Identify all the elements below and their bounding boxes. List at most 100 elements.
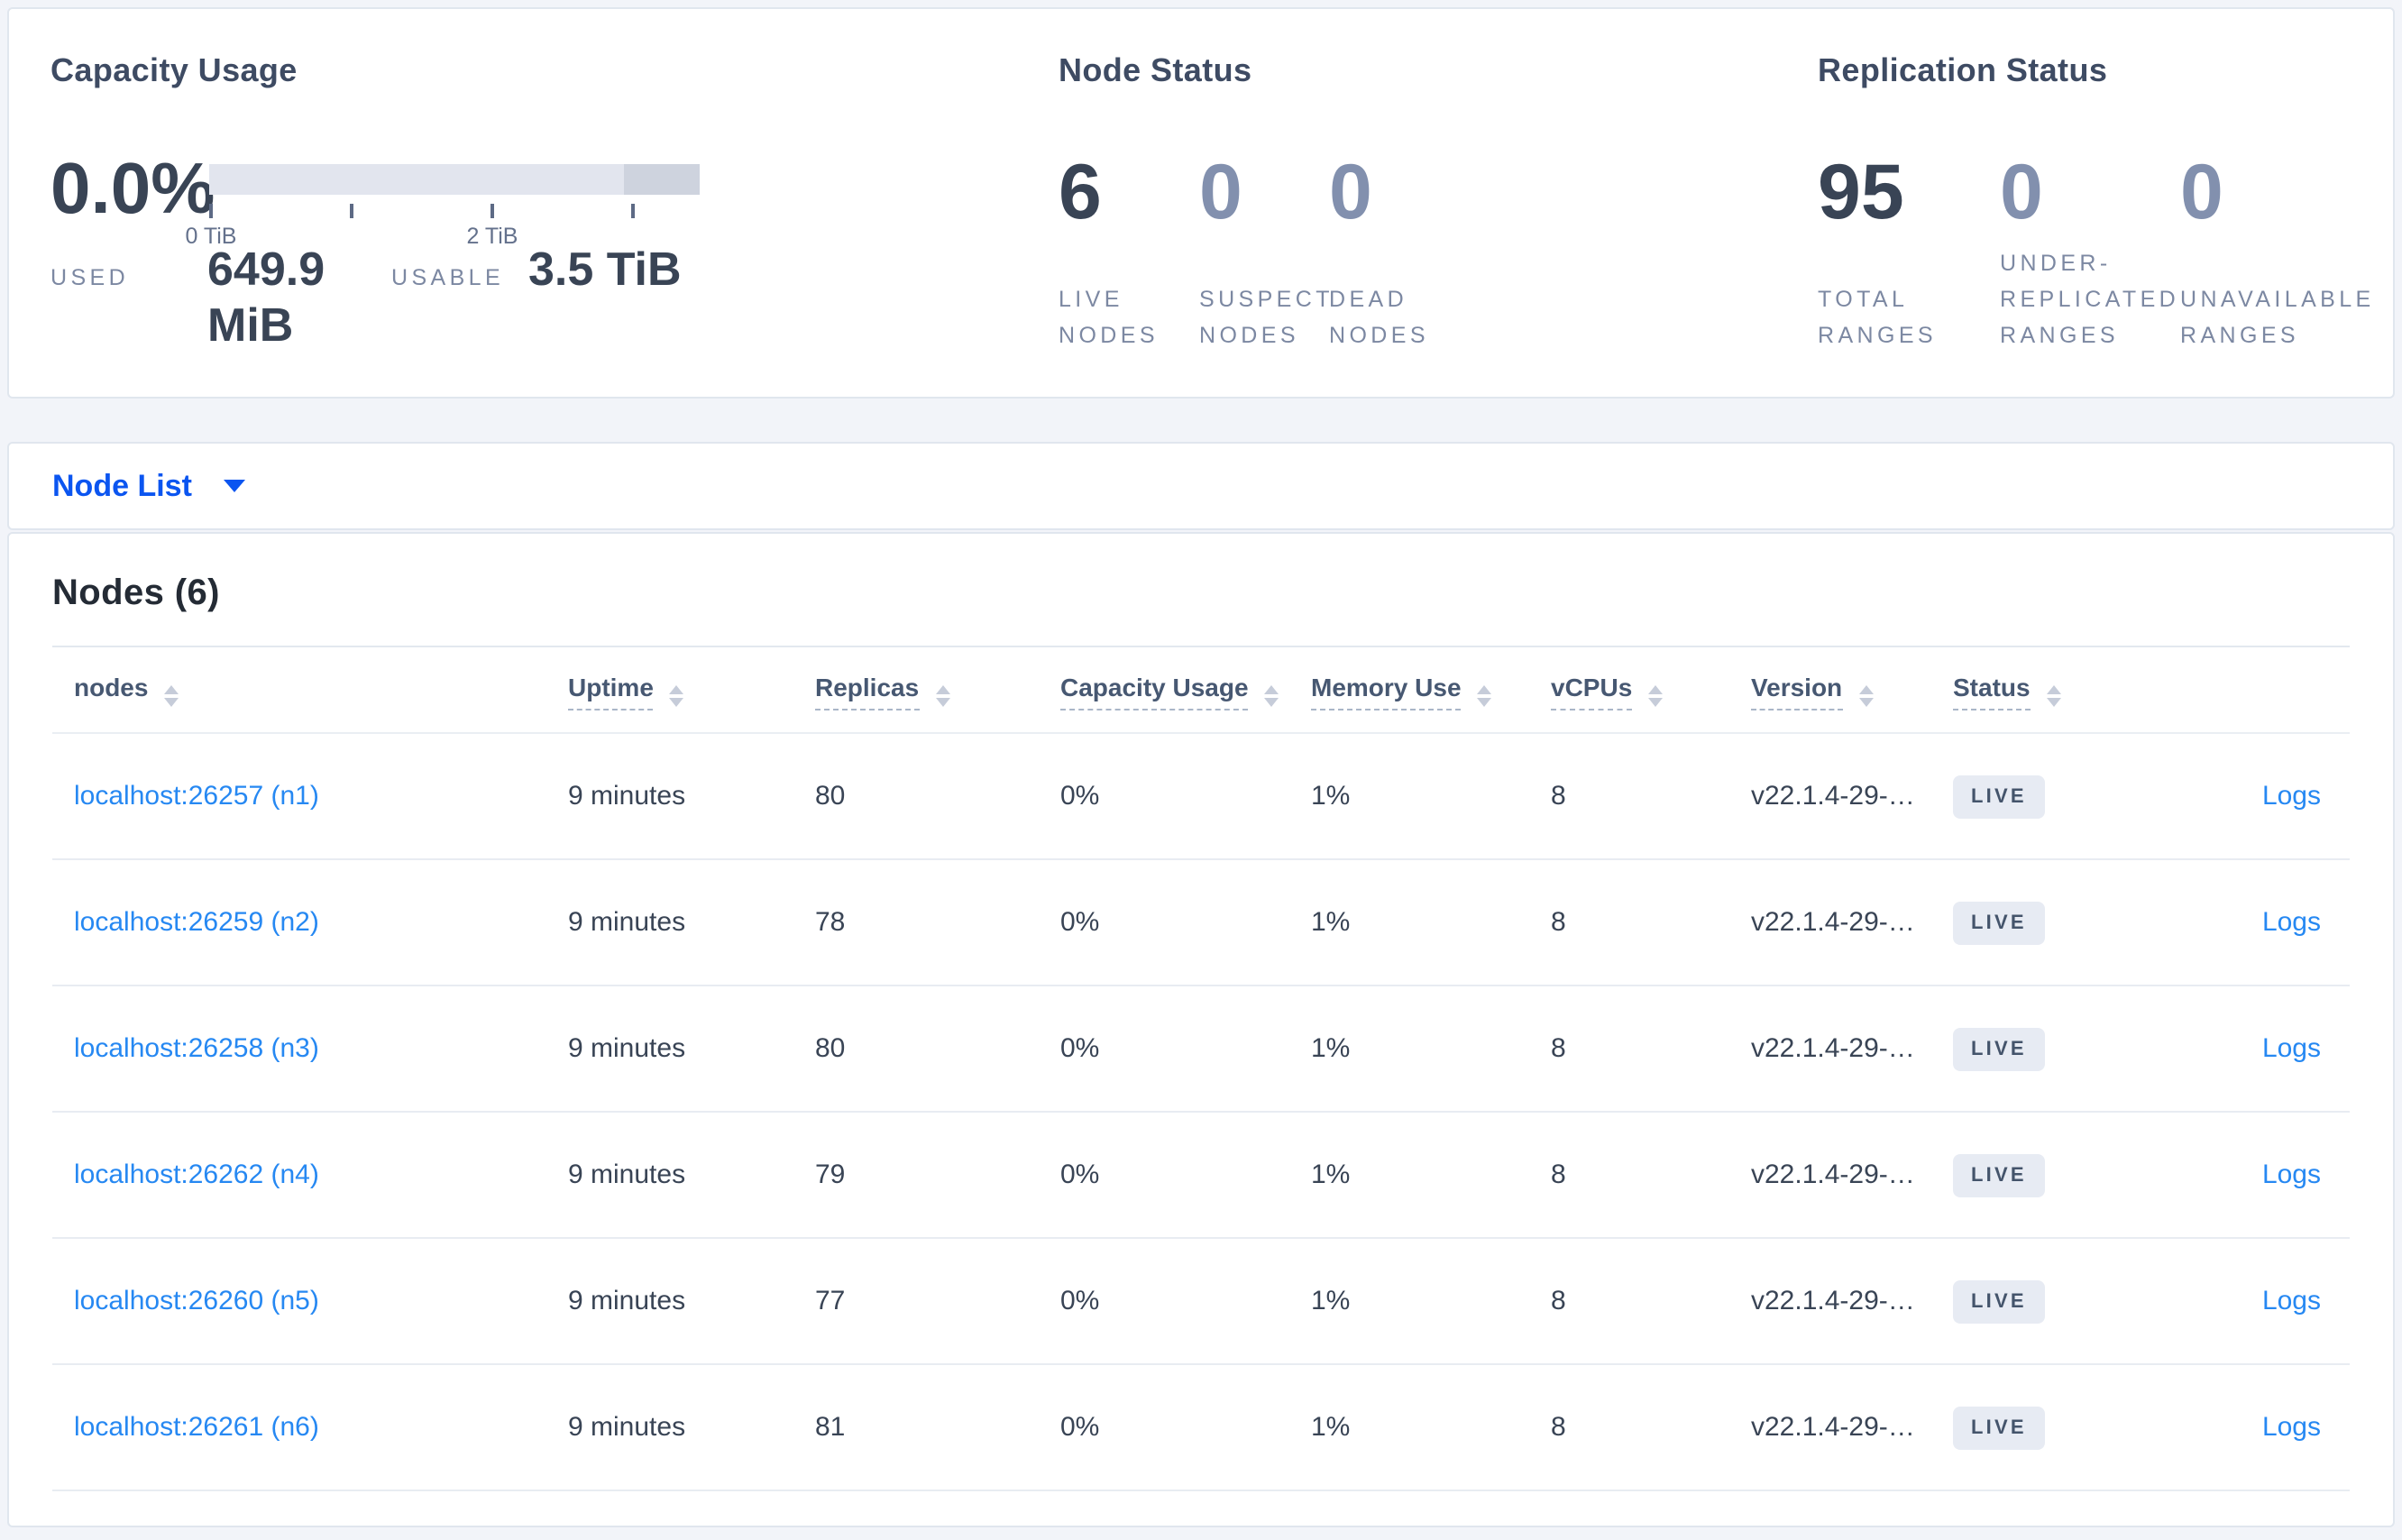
- used-value: 649.9 MiB: [207, 242, 325, 352]
- capacity-axis-tick: [631, 204, 635, 218]
- version-cell: v22.1.4-29-g…: [1751, 907, 1930, 938]
- version-cell: v22.1.4-29-g…: [1751, 1033, 1930, 1064]
- under-replicated-ranges-count: 0: [2000, 150, 2043, 236]
- status-cell: LIVE: [1931, 1238, 2115, 1364]
- uptime-cell: 9 minutes: [568, 1160, 686, 1190]
- replicas-cell: 78: [815, 907, 846, 938]
- table-row: localhost:26257 (n1) 9 minutes 80 0% 1% 8 v22.…: [52, 733, 2350, 859]
- node-link[interactable]: localhost:26257 (n1): [74, 781, 319, 811]
- sort-icon: [669, 685, 684, 707]
- status-badge: LIVE: [1953, 775, 2045, 818]
- column-header-replicas[interactable]: Replicas: [793, 646, 1039, 734]
- node-link[interactable]: localhost:26259 (n2): [74, 907, 319, 938]
- sort-icon: [1858, 685, 1874, 707]
- column-header-uptime[interactable]: Uptime: [546, 646, 793, 734]
- logs-link[interactable]: Logs: [2262, 1033, 2321, 1064]
- capacity-cell: 0%: [1060, 781, 1100, 811]
- status-cell: LIVE: [1931, 733, 2115, 859]
- status-badge: LIVE: [1953, 1279, 2045, 1323]
- unavailable-ranges-count: 0: [2180, 150, 2223, 236]
- replicas-cell: 80: [815, 1033, 846, 1064]
- node-list-dropdown-label[interactable]: Node List: [52, 468, 192, 504]
- vcpus-cell: 8: [1551, 1033, 1566, 1064]
- uptime-cell: 9 minutes: [568, 907, 686, 938]
- version-cell: v22.1.4-29-g…: [1751, 1286, 1930, 1316]
- under-replicated-ranges-label: UNDER-REPLICATED RANGES: [2000, 251, 2180, 348]
- logs-cell: Logs: [2115, 1238, 2350, 1364]
- node-status-section: Node Status 6 0 0 LIVE NODES SUSPECT NOD…: [1059, 9, 1780, 397]
- status-cell: LIVE: [1931, 1112, 2115, 1238]
- node-cell: localhost:26258 (n3): [52, 985, 546, 1112]
- table-header-row: nodes Uptime Replicas Capacity Usage Mem…: [52, 646, 2350, 734]
- cluster-overview-page: Capacity Usage 0.0% 0 TiB 2 TiB USED 649…: [0, 0, 2402, 1540]
- vcpus-cell: 8: [1551, 1412, 1566, 1443]
- node-cell: localhost:26257 (n1): [52, 733, 546, 859]
- capacity-bar-track: [209, 164, 700, 195]
- memory-cell: 1%: [1311, 1033, 1351, 1064]
- sort-icon: [1477, 685, 1492, 707]
- node-list-dropdown[interactable]: Node List: [7, 442, 2395, 530]
- capacity-cell: 0%: [1060, 1412, 1100, 1443]
- replicas-cell: 77: [815, 1286, 846, 1316]
- status-badge: LIVE: [1953, 1027, 2045, 1070]
- logs-cell: Logs: [2115, 1112, 2350, 1238]
- logs-link[interactable]: Logs: [2262, 1412, 2321, 1443]
- used-label: USED: [50, 265, 130, 290]
- capacity-bar-dark-segment: [624, 164, 700, 195]
- logs-cell: Logs: [2115, 859, 2350, 985]
- logs-link[interactable]: Logs: [2262, 1286, 2321, 1316]
- vcpus-cell: 8: [1551, 1160, 1566, 1190]
- capacity-cell: 0%: [1060, 1160, 1100, 1190]
- status-badge: LIVE: [1953, 1153, 2045, 1196]
- vcpus-cell: 8: [1551, 781, 1566, 811]
- node-link[interactable]: localhost:26262 (n4): [74, 1160, 319, 1190]
- uptime-cell: 9 minutes: [568, 781, 686, 811]
- capacity-cell: 0%: [1060, 1033, 1100, 1064]
- version-cell: v22.1.4-29-g…: [1751, 1412, 1930, 1443]
- logs-cell: Logs: [2115, 985, 2350, 1112]
- version-cell: v22.1.4-29-g…: [1751, 781, 1930, 811]
- live-nodes-count: 6: [1059, 150, 1102, 236]
- column-header-status[interactable]: Status: [1931, 646, 2115, 734]
- cluster-summary-panel: Capacity Usage 0.0% 0 TiB 2 TiB USED 649…: [7, 7, 2395, 399]
- table-row: localhost:26259 (n2) 9 minutes 78 0% 1% 8 v22.…: [52, 859, 2350, 985]
- column-header-capacity-usage[interactable]: Capacity Usage: [1039, 646, 1289, 734]
- suspect-nodes-label: SUSPECT NODES: [1199, 287, 1334, 348]
- column-header-logs: [2115, 646, 2350, 734]
- memory-cell: 1%: [1311, 907, 1351, 938]
- version-cell: v22.1.4-29-g…: [1751, 1160, 1930, 1190]
- status-badge: LIVE: [1953, 1406, 2045, 1449]
- logs-link[interactable]: Logs: [2262, 907, 2321, 938]
- replication-status-title: Replication Status: [1818, 52, 2108, 88]
- column-header-version[interactable]: Version: [1729, 646, 1931, 734]
- memory-cell: 1%: [1311, 1160, 1351, 1190]
- sort-icon: [935, 685, 950, 707]
- capacity-usage-title: Capacity Usage: [50, 52, 298, 88]
- live-nodes-label: LIVE NODES: [1059, 287, 1159, 348]
- column-header-memory-use[interactable]: Memory Use: [1289, 646, 1529, 734]
- table-row: localhost:26260 (n5) 9 minutes 77 0% 1% 8 v22.…: [52, 1238, 2350, 1364]
- logs-link[interactable]: Logs: [2262, 1160, 2321, 1190]
- column-header-vcpus[interactable]: vCPUs: [1529, 646, 1729, 734]
- nodes-table: nodes Uptime Replicas Capacity Usage Mem…: [52, 646, 2350, 1491]
- column-header-nodes[interactable]: nodes: [52, 646, 546, 734]
- node-link[interactable]: localhost:26261 (n6): [74, 1412, 319, 1443]
- nodes-table-panel: Nodes (6) nodes Uptime Replicas Capacity…: [7, 532, 2395, 1527]
- capacity-usage-section: Capacity Usage 0.0% 0 TiB 2 TiB USED 649…: [50, 9, 1024, 397]
- logs-link[interactable]: Logs: [2262, 781, 2321, 811]
- uptime-cell: 9 minutes: [568, 1286, 686, 1316]
- node-status-title: Node Status: [1059, 52, 1252, 88]
- memory-cell: 1%: [1311, 1286, 1351, 1316]
- replicas-cell: 81: [815, 1412, 846, 1443]
- logs-cell: Logs: [2115, 1364, 2350, 1490]
- usable-value: 3.5 TiB: [528, 242, 682, 296]
- suspect-nodes-count: 0: [1199, 150, 1242, 236]
- total-ranges-label: TOTAL RANGES: [1818, 287, 1937, 348]
- node-cell: localhost:26261 (n6): [52, 1364, 546, 1490]
- node-link[interactable]: localhost:26260 (n5): [74, 1286, 319, 1316]
- vcpus-cell: 8: [1551, 907, 1566, 938]
- capacity-axis-tick: [350, 204, 353, 218]
- capacity-cell: 0%: [1060, 907, 1100, 938]
- node-link[interactable]: localhost:26258 (n3): [74, 1033, 319, 1064]
- chevron-down-icon: [224, 480, 246, 492]
